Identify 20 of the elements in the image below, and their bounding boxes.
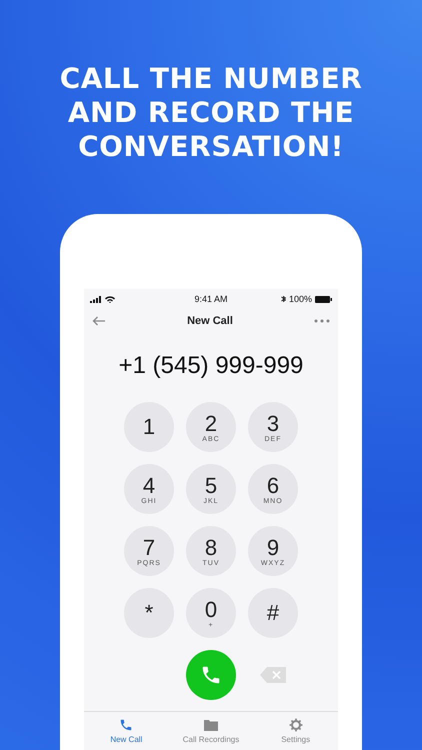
headline: CALL THE NUMBER AND RECORD THE CONVERSATION! bbox=[60, 62, 362, 164]
status-time: 9:41 AM bbox=[194, 294, 228, 304]
bluetooth-icon bbox=[280, 295, 286, 303]
phone-icon bbox=[200, 664, 222, 686]
wifi-icon bbox=[105, 296, 115, 302]
phone-icon bbox=[119, 718, 134, 732]
dial-key[interactable]: * bbox=[124, 588, 174, 638]
screen-title: New Call bbox=[187, 315, 233, 327]
settings-icon bbox=[288, 718, 303, 732]
dialed-number: +1 (545) 999-999 bbox=[118, 352, 304, 380]
signal-icon bbox=[90, 296, 102, 302]
call-button[interactable] bbox=[186, 650, 236, 700]
tab[interactable]: New Call bbox=[84, 712, 169, 750]
battery-icon bbox=[315, 296, 332, 302]
folder-icon bbox=[203, 718, 219, 732]
battery-percent: 100% bbox=[288, 294, 312, 304]
more-icon[interactable] bbox=[314, 319, 330, 323]
dial-key[interactable]: 1 bbox=[124, 402, 174, 452]
dial-key[interactable]: # bbox=[248, 588, 298, 638]
back-arrow-icon[interactable] bbox=[92, 316, 106, 326]
